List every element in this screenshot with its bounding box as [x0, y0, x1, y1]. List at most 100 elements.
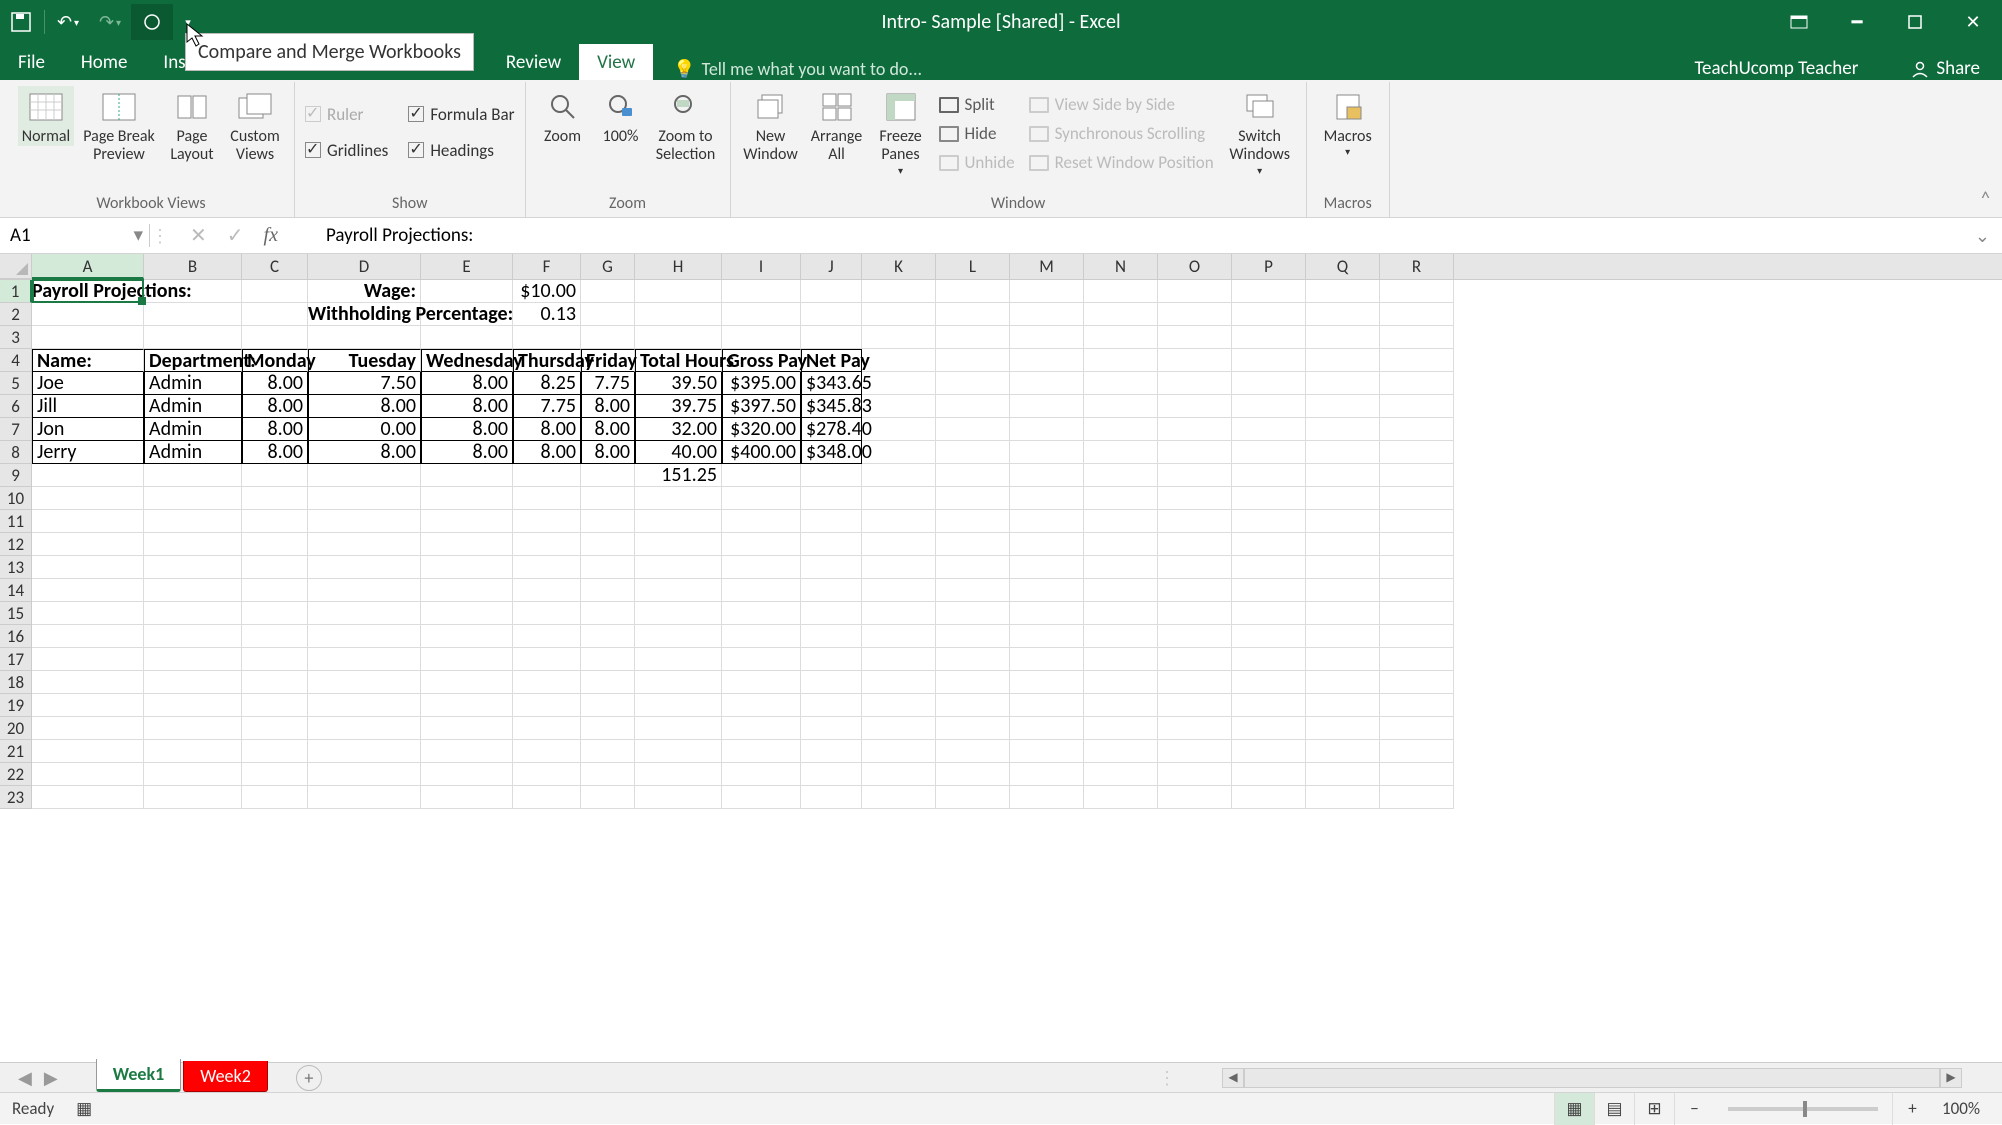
cell[interactable]: [1306, 556, 1380, 579]
tab-file[interactable]: File: [0, 44, 63, 80]
switch-windows-button[interactable]: Switch Windows▾: [1224, 86, 1296, 176]
cell[interactable]: [862, 717, 936, 740]
new-sheet-button[interactable]: +: [296, 1065, 322, 1091]
cell[interactable]: [242, 487, 308, 510]
cell[interactable]: [936, 395, 1010, 418]
column-header[interactable]: M: [1010, 254, 1084, 279]
column-header[interactable]: K: [862, 254, 936, 279]
cell[interactable]: [862, 280, 936, 303]
cell[interactable]: [1084, 786, 1158, 809]
cell[interactable]: [1158, 717, 1232, 740]
cell[interactable]: 8.00: [242, 372, 308, 395]
cell[interactable]: [936, 648, 1010, 671]
zoom-level[interactable]: 100%: [1932, 1098, 1990, 1119]
cell[interactable]: [1158, 395, 1232, 418]
cell[interactable]: [32, 303, 144, 326]
cell[interactable]: 8.00: [513, 418, 581, 441]
cell[interactable]: [801, 740, 862, 763]
cell[interactable]: [421, 602, 513, 625]
cell[interactable]: [1232, 349, 1306, 372]
spreadsheet-grid[interactable]: ABCDEFGHIJKLMNOPQR 1Payroll Projections:…: [0, 254, 2002, 809]
row-header[interactable]: 10: [0, 487, 32, 510]
cell[interactable]: [936, 510, 1010, 533]
cell[interactable]: [1232, 441, 1306, 464]
cell[interactable]: [722, 579, 801, 602]
cell[interactable]: [1010, 510, 1084, 533]
cell[interactable]: [1010, 579, 1084, 602]
cell[interactable]: $395.00: [722, 372, 801, 395]
cell[interactable]: [144, 717, 242, 740]
cell[interactable]: [242, 326, 308, 349]
cell[interactable]: [581, 326, 635, 349]
cell[interactable]: [1084, 418, 1158, 441]
cell[interactable]: 8.00: [421, 372, 513, 395]
cell[interactable]: [1010, 533, 1084, 556]
formula-bar-checkbox[interactable]: Formula Bar: [408, 100, 514, 128]
cell[interactable]: [1306, 326, 1380, 349]
cell[interactable]: [581, 694, 635, 717]
cell[interactable]: [1306, 579, 1380, 602]
cell[interactable]: [32, 740, 144, 763]
cell[interactable]: 8.00: [421, 418, 513, 441]
cell[interactable]: 8.00: [242, 395, 308, 418]
cell[interactable]: [513, 786, 581, 809]
cell[interactable]: [1306, 625, 1380, 648]
maximize-icon[interactable]: [1886, 0, 1944, 44]
cell[interactable]: [308, 694, 421, 717]
row-header[interactable]: 2: [0, 303, 32, 326]
cell[interactable]: [801, 694, 862, 717]
cell[interactable]: [635, 556, 722, 579]
cell[interactable]: [581, 579, 635, 602]
cell[interactable]: [1010, 694, 1084, 717]
cell[interactable]: [1232, 395, 1306, 418]
cell[interactable]: [1306, 717, 1380, 740]
hide-button[interactable]: Hide: [935, 121, 1019, 146]
cell[interactable]: [936, 671, 1010, 694]
cell[interactable]: [308, 648, 421, 671]
cell[interactable]: Jill: [32, 395, 144, 418]
compare-merge-workbooks-icon[interactable]: [131, 4, 173, 40]
cell[interactable]: [242, 556, 308, 579]
cell[interactable]: Gross Pay: [722, 349, 801, 372]
cell[interactable]: [1010, 763, 1084, 786]
cell[interactable]: [421, 533, 513, 556]
cell[interactable]: [513, 487, 581, 510]
cell[interactable]: [722, 326, 801, 349]
cell[interactable]: 8.00: [308, 395, 421, 418]
zoom-100-button[interactable]: 100%: [596, 86, 646, 146]
cell[interactable]: [1306, 602, 1380, 625]
cell[interactable]: [242, 533, 308, 556]
cell[interactable]: $345.83: [801, 395, 862, 418]
cell[interactable]: [513, 464, 581, 487]
cell[interactable]: [242, 740, 308, 763]
cell[interactable]: [242, 648, 308, 671]
cell[interactable]: [862, 579, 936, 602]
undo-icon[interactable]: ↶▾: [47, 4, 89, 40]
row-header[interactable]: 11: [0, 510, 32, 533]
cell[interactable]: [1306, 441, 1380, 464]
column-header[interactable]: R: [1380, 254, 1454, 279]
cell[interactable]: [801, 648, 862, 671]
cell[interactable]: [581, 464, 635, 487]
cell[interactable]: [1380, 717, 1454, 740]
cell[interactable]: [1306, 487, 1380, 510]
sheet-nav-next-icon[interactable]: ▶: [44, 1067, 58, 1089]
row-header[interactable]: 23: [0, 786, 32, 809]
cell[interactable]: [32, 625, 144, 648]
cell[interactable]: [421, 648, 513, 671]
normal-view-icon[interactable]: ▦: [1554, 1093, 1594, 1125]
row-header[interactable]: 9: [0, 464, 32, 487]
cell[interactable]: [581, 602, 635, 625]
cell[interactable]: [1010, 625, 1084, 648]
cell[interactable]: [1158, 510, 1232, 533]
cell[interactable]: [32, 648, 144, 671]
cell[interactable]: Total Hours: [635, 349, 722, 372]
cell[interactable]: [862, 464, 936, 487]
cell[interactable]: Department:: [144, 349, 242, 372]
cell[interactable]: [722, 602, 801, 625]
cell[interactable]: [1010, 280, 1084, 303]
cell[interactable]: [144, 303, 242, 326]
cell[interactable]: 8.00: [513, 441, 581, 464]
split-button[interactable]: Split: [935, 92, 1019, 117]
cell[interactable]: [242, 464, 308, 487]
